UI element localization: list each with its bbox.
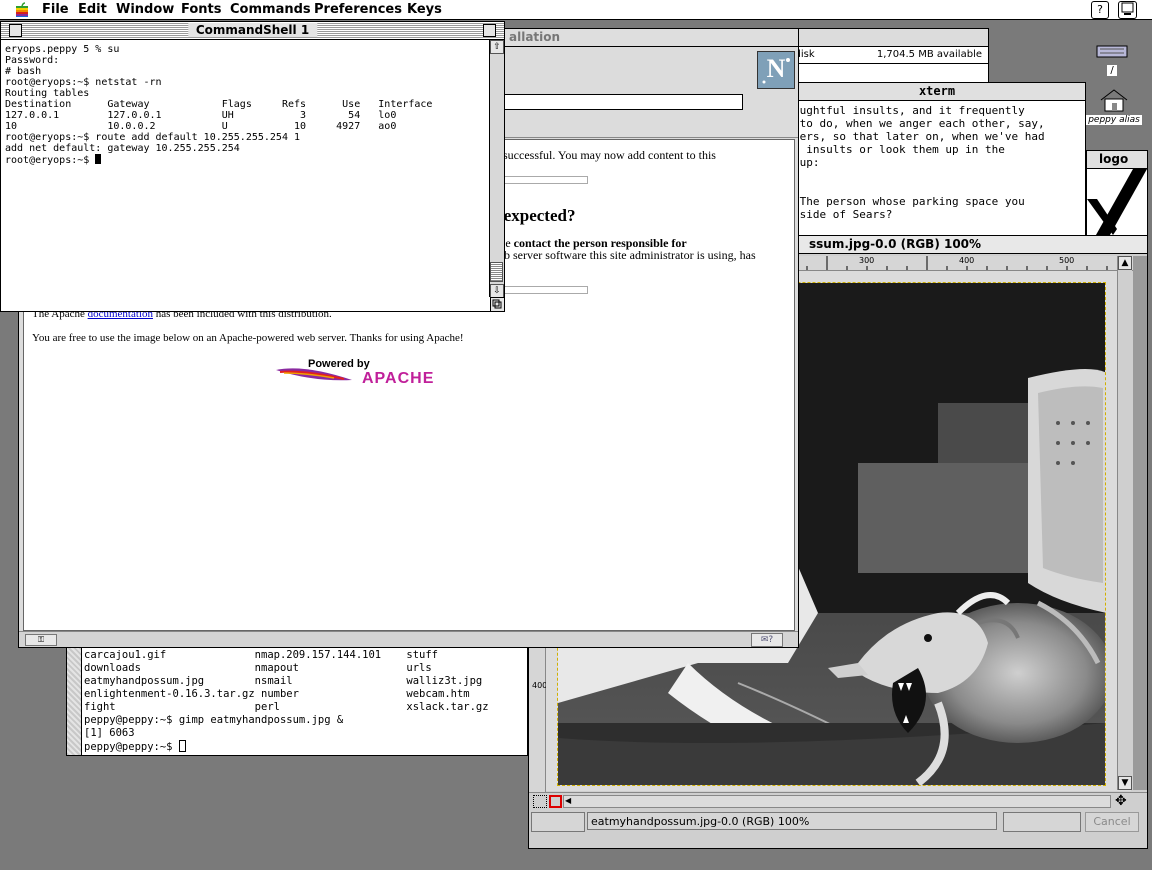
help-icon[interactable]: ? <box>1091 1 1109 19</box>
commandshell-output: eryops.peppy 5 % su Password: # bash roo… <box>5 44 432 166</box>
shell-line: Destination Gateway Flags Refs Use Inter… <box>5 99 433 110</box>
peppy-terminal-output: carcajou1.gif nmap.209.157.144.101 stuff… <box>84 649 489 753</box>
gimp-title: ssum.jpg-0.0 (RGB) 100% <box>801 237 990 251</box>
shell-cursor <box>95 154 102 164</box>
menu-keys[interactable]: Keys <box>407 2 442 17</box>
gimp-status-text: eatmyhandpossum.jpg-0.0 (RGB) 100% <box>587 812 997 830</box>
pointer-coordinates <box>531 812 585 832</box>
badge-powered-by: Powered by <box>308 358 370 370</box>
ruler-label: 400 <box>532 681 548 690</box>
finder-titlebar[interactable] <box>781 29 988 47</box>
shell-line: Routing tables <box>5 88 90 99</box>
ruler-label: 300 <box>859 256 875 265</box>
scroll-up-icon[interactable]: ▲ <box>1118 256 1132 270</box>
disk-icon[interactable]: / <box>1096 45 1128 79</box>
gimp-horizontal-scrollbar[interactable]: ◀ <box>563 795 1111 808</box>
scroll-thumb[interactable] <box>490 262 503 282</box>
selection-tool-icon[interactable] <box>533 795 547 808</box>
commandshell-scrollbar[interactable]: ⇧ ⇩ <box>489 40 504 298</box>
xterm-output: oughtful insults, and it frequently to d… <box>793 104 1045 221</box>
menu-bar: File Edit Window Fonts Commands Preferen… <box>0 0 1152 20</box>
page-text: web server software this site administra… <box>490 248 756 262</box>
apache-powered-badge: Powered by APACHE <box>274 358 524 392</box>
shell-line: # bash <box>5 66 42 77</box>
finder-available: 1,704.5 MB available <box>876 49 982 60</box>
quickmask-icon[interactable] <box>549 795 562 808</box>
page-text: as successful. You may now add content t… <box>490 148 716 162</box>
terminal-line: peppy@peppy:~$ gimp eatmyhandpossum.jpg … <box>84 714 344 726</box>
xterm-line: oughtful insults, and it frequently <box>793 104 1025 117</box>
scroll-left-icon[interactable]: ◀ <box>565 796 571 805</box>
location-field[interactable] <box>499 94 743 110</box>
close-box-icon[interactable] <box>9 24 22 37</box>
menu-commands[interactable]: Commands <box>230 2 311 17</box>
terminal-line: downloads nmapout urls <box>84 662 432 674</box>
badge-apache: APACHE <box>362 370 435 387</box>
page-text: You are free to use the image below on a… <box>32 332 464 344</box>
menu-window[interactable]: Window <box>116 2 174 17</box>
shell-line: Password: <box>5 55 60 66</box>
menu-edit[interactable]: Edit <box>78 2 107 17</box>
zoom-box-icon[interactable] <box>483 24 496 37</box>
terminal-line: enlightenment-0.16.3.tar.gz number webca… <box>84 688 470 700</box>
netscape-logo-letter: N <box>766 54 786 83</box>
gimp-vertical-scrollbar[interactable]: ▲ ▼ <box>1117 256 1132 790</box>
xterm-window[interactable]: xterm oughtful insults, and it frequentl… <box>788 82 1086 252</box>
terminal-app-icon[interactable] <box>1118 1 1137 19</box>
gimp-progress-bar <box>1003 812 1081 832</box>
navigate-icon[interactable]: ✥ <box>1115 793 1127 809</box>
terminal-line: fight perl xslack.tar.gz <box>84 701 489 713</box>
netscape-status-bar: ⚿ ✉? <box>19 631 798 647</box>
terminal-prompt: peppy@peppy:~$ <box>84 741 179 753</box>
terminal-line: [1] 6063 <box>84 727 135 739</box>
xterm-line <box>793 169 1045 182</box>
terminal-cursor <box>178 740 186 752</box>
xterm-line: up: <box>793 156 820 169</box>
scroll-up-icon[interactable]: ⇧ <box>490 40 504 54</box>
xterm-line: bers, so that later on, when we've had <box>793 130 1045 143</box>
security-key-icon[interactable]: ⚿ <box>25 634 57 646</box>
logo-title: logo <box>1091 152 1137 166</box>
disk-label: / <box>1107 65 1117 76</box>
menu-fonts[interactable]: Fonts <box>181 2 222 17</box>
netscape-logo-icon[interactable]: N <box>757 51 795 89</box>
finder-disk-window[interactable]: n disk 1,704.5 MB available <box>780 28 989 90</box>
commandshell-titlebar[interactable]: CommandShell 1 <box>1 22 504 40</box>
mail-icon[interactable]: ✉? <box>751 633 783 647</box>
commandshell-title: CommandShell 1 <box>187 23 318 37</box>
xterm-titlebar[interactable]: xterm <box>789 83 1085 101</box>
apple-menu-icon[interactable] <box>14 2 30 18</box>
xterm-line <box>793 182 1045 195</box>
xterm-title: xterm <box>910 84 964 98</box>
commandshell-window[interactable]: CommandShell 1 eryops.peppy 5 % su Passw… <box>0 21 505 312</box>
menu-preferences[interactable]: Preferences <box>314 2 402 17</box>
terminal-line: carcajou1.gif nmap.209.157.144.101 stuff <box>84 649 439 661</box>
xterm-line: d insults or look them up in the <box>793 143 1005 156</box>
shell-line: eryops.peppy 5 % su <box>5 44 120 55</box>
ruler-label: 400 <box>959 256 975 265</box>
netscape-title: allation <box>501 30 569 44</box>
shell-line: 127.0.0.1 127.0.0.1 UH 3 54 lo0 <box>5 110 397 121</box>
peppy-alias-label: peppy alias <box>1086 115 1142 125</box>
shell-line: root@eryops:~$ netstat -rn <box>5 77 162 88</box>
terminal-line: eatmyhandpossum.jpg nsmail walliz3t.jpg <box>84 675 483 687</box>
menu-file[interactable]: File <box>42 2 69 17</box>
shell-line: root@eryops:~$ route add default 10.255.… <box>5 132 301 143</box>
scroll-down-icon[interactable]: ▼ <box>1118 776 1132 790</box>
peppy-terminal-window[interactable]: carcajou1.gif nmap.209.157.144.101 stuff… <box>66 640 528 756</box>
xterm-line: tside of Sears? <box>793 208 893 221</box>
peppy-terminal-scrollbar[interactable] <box>67 641 82 755</box>
shell-line: add net default: gateway 10.255.255.254 <box>5 143 240 154</box>
scroll-down-icon[interactable]: ⇩ <box>490 284 504 298</box>
shell-prompt: root@eryops:~$ <box>5 155 96 166</box>
cancel-button[interactable]: Cancel <box>1085 812 1139 832</box>
logo-titlebar[interactable]: logo <box>1087 151 1147 169</box>
ruler-label: 500 <box>1059 256 1075 265</box>
peppy-alias-icon[interactable]: peppy alias <box>1086 88 1142 128</box>
shell-line: 10 10.0.0.2 U 10 4927 ao0 <box>5 121 397 132</box>
resize-grow-icon[interactable] <box>490 297 504 311</box>
xterm-line: The person whose parking space you <box>793 195 1025 208</box>
xterm-line: to do, when we anger each other, say, <box>793 117 1045 130</box>
